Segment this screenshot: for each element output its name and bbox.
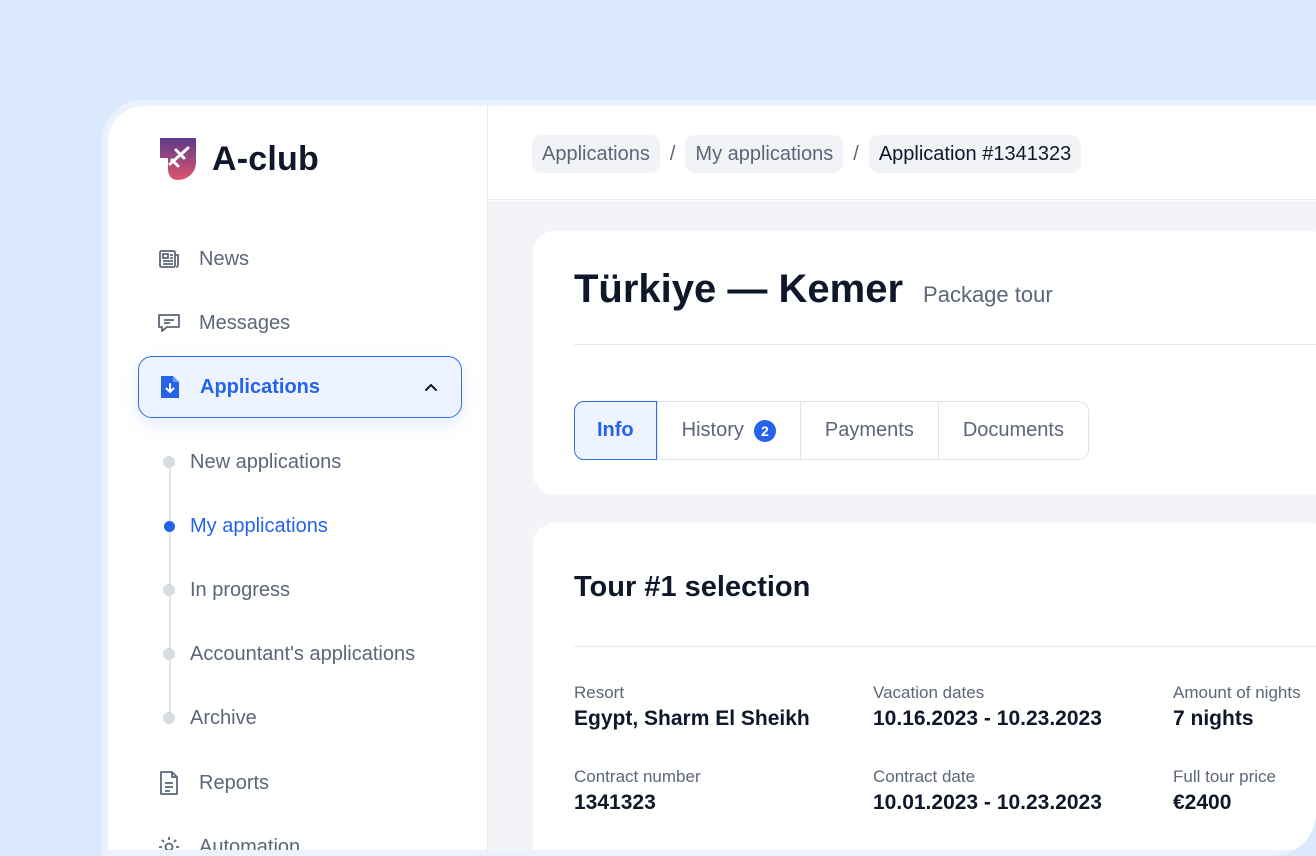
field-label: Full tour price — [1173, 767, 1276, 786]
field-contract-date: Contract date 10.01.2023 - 10.23.2023 — [873, 767, 1102, 815]
count-badge: 2 — [753, 419, 776, 442]
field-value: 7 nights — [1173, 707, 1254, 730]
sidebar-item-label: Reports — [199, 771, 270, 794]
field-value: 1341323 — [574, 791, 656, 814]
sidebar-item-messages[interactable]: Messages — [138, 292, 462, 354]
app-window: A-club News Messages Applications New ap… — [102, 100, 1316, 856]
sidebar-item-label: News — [199, 247, 250, 270]
page-subtitle: Package tour — [923, 282, 1053, 307]
sidebar-item-automation[interactable]: Automation — [138, 816, 462, 850]
field-label: Contract number — [574, 767, 701, 786]
breadcrumb-separator: / — [669, 142, 676, 165]
page-title: Türkiye — Kemer — [574, 267, 904, 311]
field-label: Amount of nights — [1173, 683, 1301, 702]
bullet-icon — [163, 520, 175, 532]
chat-icon — [156, 310, 182, 336]
document-icon — [156, 770, 182, 796]
breadcrumb-item-applications[interactable]: Applications — [532, 135, 660, 173]
field-label: Vacation dates — [873, 683, 985, 702]
breadcrumb-item-current: Application #1341323 — [868, 135, 1082, 173]
sidebar-item-label: Applications — [200, 375, 321, 398]
sidebar-subitem-my-applications[interactable]: My applications — [163, 511, 328, 541]
field-value: 10.01.2023 - 10.23.2023 — [873, 791, 1102, 814]
sidebar-subitem-accountants-applications[interactable]: Accountant's applications — [163, 639, 415, 669]
breadcrumb-separator: / — [853, 142, 859, 165]
sidebar-subitem-label: My applications — [190, 514, 328, 537]
tab-documents[interactable]: Documents — [937, 402, 1088, 459]
sidebar-subitem-archive[interactable]: Archive — [163, 703, 257, 733]
tab-payments[interactable]: Payments — [799, 402, 938, 459]
app-window-inner: A-club News Messages Applications New ap… — [108, 106, 1316, 850]
field-value: 10.16.2023 - 10.23.2023 — [873, 707, 1102, 730]
breadcrumb-item-my-applications[interactable]: My applications — [685, 135, 844, 173]
field-label: Resort — [574, 683, 625, 702]
field-value: Egypt, Sharm El Sheikh — [574, 707, 810, 730]
document-download-icon — [157, 374, 183, 400]
gear-icon — [156, 834, 182, 850]
divider — [574, 646, 1316, 647]
tab-label: Payments — [824, 419, 914, 441]
sidebar-subitem-in-progress[interactable]: In progress — [163, 575, 290, 605]
field-label: Contract date — [873, 767, 976, 786]
chevron-up-icon[interactable] — [421, 377, 441, 397]
topbar: Applications / My applications / Applica… — [488, 106, 1316, 200]
sidebar-item-news[interactable]: News — [138, 228, 462, 290]
tab-info[interactable]: Info — [574, 401, 657, 460]
bullet-icon — [163, 456, 175, 468]
logo[interactable]: A-club — [158, 136, 319, 182]
field-resort: Resort Egypt, Sharm El Sheikh — [574, 683, 810, 731]
sidebar: A-club News Messages Applications New ap… — [108, 106, 488, 850]
logo-icon — [160, 138, 196, 180]
bullet-icon — [163, 584, 175, 596]
field-full-tour-price: Full tour price €2400 — [1173, 767, 1276, 815]
section-title: Tour #1 selection — [574, 571, 811, 603]
title-row: Türkiye — Kemer Package tour — [574, 267, 1053, 312]
field-amount-of-nights: Amount of nights 7 nights — [1173, 683, 1301, 731]
app-name: A-club — [212, 139, 319, 178]
tab-label: Documents — [962, 419, 1064, 441]
field-vacation-dates: Vacation dates 10.16.2023 - 10.23.2023 — [873, 683, 1102, 731]
tab-label: History — [681, 419, 744, 441]
sidebar-subitem-label: In progress — [190, 578, 291, 601]
bullet-icon — [163, 648, 175, 660]
sidebar-subitem-label: Accountant's applications — [190, 642, 416, 665]
breadcrumb: Applications / My applications / Applica… — [532, 135, 1082, 173]
sidebar-item-reports[interactable]: Reports — [138, 752, 462, 814]
divider — [574, 344, 1316, 345]
tabs: Info History 2 Payments Documents — [574, 401, 1089, 460]
bullet-icon — [163, 712, 175, 724]
main-content: Türkiye — Kemer Package tour Info Histor… — [488, 201, 1316, 850]
application-header-card: Türkiye — Kemer Package tour Info Histor… — [533, 231, 1316, 495]
field-value: €2400 — [1173, 791, 1232, 814]
sidebar-item-applications[interactable]: Applications — [138, 356, 462, 418]
tab-history[interactable]: History 2 — [656, 402, 800, 459]
tour-selection-card: Tour #1 selection Resort Egypt, Sharm El… — [533, 523, 1316, 850]
sidebar-item-label: Automation — [199, 835, 301, 851]
sidebar-item-label: Messages — [199, 311, 291, 334]
sidebar-subitem-label: New applications — [190, 450, 342, 473]
sidebar-subitem-new-applications[interactable]: New applications — [163, 447, 341, 477]
sidebar-subitem-label: Archive — [190, 706, 257, 729]
newspaper-icon — [156, 246, 182, 272]
screen-frame: A-club News Messages Applications New ap… — [0, 0, 1316, 856]
field-contract-number: Contract number 1341323 — [574, 767, 701, 815]
tab-label: Info — [597, 419, 634, 441]
